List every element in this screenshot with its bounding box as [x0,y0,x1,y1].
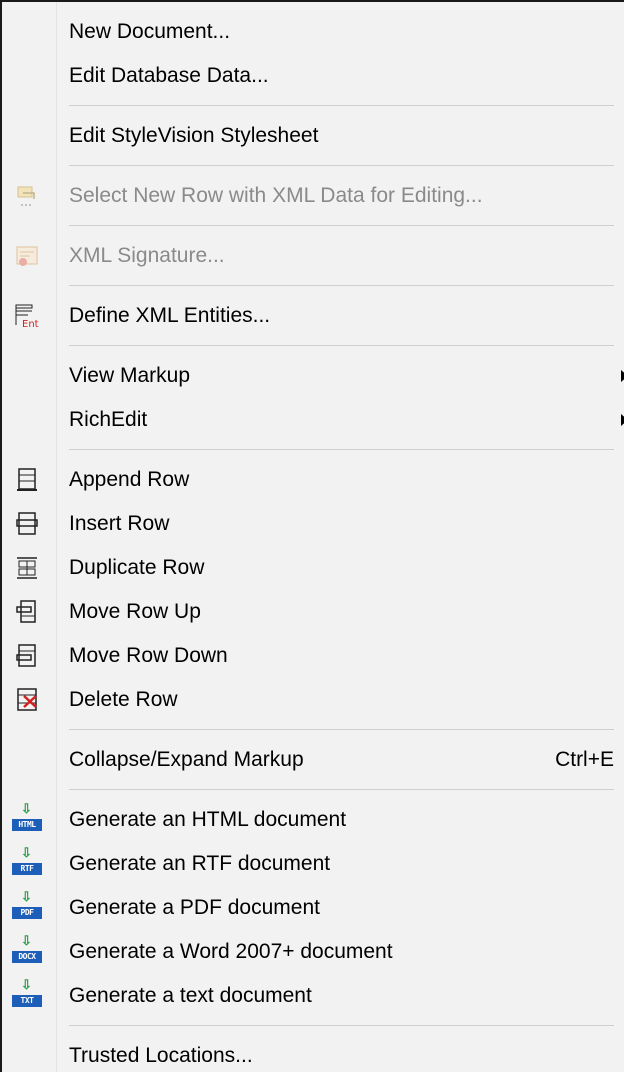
rtf-export-icon: ⇩ RTF [12,846,42,880]
menu-separator [2,1018,624,1034]
menu-item-label: View Markup [69,364,190,387]
menu-item-duplicate-row[interactable]: Duplicate Row [2,546,624,590]
menu-item-new-document[interactable]: New Document... [2,10,624,54]
menu-item-define-entities[interactable]: Ent Define XML Entities... [2,294,624,338]
menu-item-label: Generate a text document [69,984,312,1007]
menu-item-collapse-expand[interactable]: Collapse/Expand Markup Ctrl+E [2,738,624,782]
menu-item-edit-stylevision[interactable]: Edit StyleVision Stylesheet [2,114,624,158]
menu-item-label: New Document... [69,20,231,43]
signature-icon [14,243,40,269]
menu-separator [2,218,624,234]
menu-separator [2,782,624,798]
menu-item-richedit[interactable]: RichEdit [2,398,624,442]
format-tag: TXT [12,995,42,1007]
menu-item-generate-rtf[interactable]: ⇩ RTF Generate an RTF document [2,842,624,886]
insert-row-icon [14,511,40,537]
format-tag: PDF [12,907,42,919]
menu-item-label: Move Row Up [69,600,201,623]
format-tag: RTF [12,863,42,875]
menu-item-generate-text[interactable]: ⇩ TXT Generate a text document [2,974,624,1018]
txt-export-icon: ⇩ TXT [12,978,42,1012]
submenu-arrow-icon [621,370,624,382]
download-arrow-icon: ⇩ [21,845,32,860]
menu-item-xml-signature[interactable]: XML Signature... [2,234,624,278]
menu-item-label: Select New Row with XML Data for Editing… [69,184,483,207]
menu-item-generate-html[interactable]: ⇩ HTML Generate an HTML document [2,798,624,842]
submenu-arrow-icon [621,414,624,426]
menu-item-label: Generate a Word 2007+ document [69,940,393,963]
select-row-icon [14,183,40,209]
menu-item-delete-row[interactable]: Delete Row [2,678,624,722]
menu-separator [2,722,624,738]
move-row-up-icon [14,599,40,625]
menu-item-label: Edit Database Data... [69,64,269,87]
menu-item-view-markup[interactable]: View Markup [2,354,624,398]
docx-export-icon: ⇩ DOCX [12,934,42,968]
menu-item-label: Generate a PDF document [69,896,320,919]
menu-item-move-row-up[interactable]: Move Row Up [2,590,624,634]
move-row-down-icon [14,643,40,669]
download-arrow-icon: ⇩ [21,933,32,948]
menu-item-label: Edit StyleVision Stylesheet [69,124,319,147]
menu-item-label: Delete Row [69,688,178,711]
menu-item-label: Define XML Entities... [69,304,271,327]
menu-item-select-new-row[interactable]: Select New Row with XML Data for Editing… [2,174,624,218]
menu-item-label: Insert Row [69,512,170,535]
menu-item-label: RichEdit [69,408,148,431]
duplicate-row-icon [14,555,40,581]
menu-separator [2,98,624,114]
html-export-icon: ⇩ HTML [12,802,42,836]
download-arrow-icon: ⇩ [21,889,32,904]
menu-separator [2,442,624,458]
menu-item-label: Trusted Locations... [69,1044,253,1067]
entity-icon: Ent [14,303,40,329]
menu-item-insert-row[interactable]: Insert Row [2,502,624,546]
menu-item-label: Collapse/Expand Markup [69,748,304,771]
pdf-export-icon: ⇩ PDF [12,890,42,924]
menu-separator [2,338,624,354]
download-arrow-icon: ⇩ [21,801,32,816]
menu-separator [2,278,624,294]
menu-separator [2,158,624,174]
menu-item-append-row[interactable]: Append Row [2,458,624,502]
menu-item-generate-pdf[interactable]: ⇩ PDF Generate a PDF document [2,886,624,930]
download-arrow-icon: ⇩ [21,977,32,992]
menu-item-generate-word[interactable]: ⇩ DOCX Generate a Word 2007+ document [2,930,624,974]
menu-item-label: Move Row Down [69,644,228,667]
append-row-icon [14,467,40,493]
context-menu: New Document... Edit Database Data... Ed… [0,0,624,1072]
menu-item-label: XML Signature... [69,244,225,267]
menu-item-trusted-locations[interactable]: Trusted Locations... [2,1034,624,1072]
menu-body: New Document... Edit Database Data... Ed… [2,10,624,1072]
menu-item-label: Generate an HTML document [69,808,347,831]
svg-text:Ent: Ent [22,319,39,329]
delete-row-icon [14,687,40,713]
format-tag: DOCX [12,951,42,963]
format-tag: HTML [12,819,42,831]
menu-item-label: Append Row [69,468,190,491]
menu-item-label: Duplicate Row [69,556,205,579]
shortcut-label: Ctrl+E [555,748,614,771]
menu-item-label: Generate an RTF document [69,852,331,875]
menu-item-move-row-down[interactable]: Move Row Down [2,634,624,678]
menu-item-edit-database-data[interactable]: Edit Database Data... [2,54,624,98]
